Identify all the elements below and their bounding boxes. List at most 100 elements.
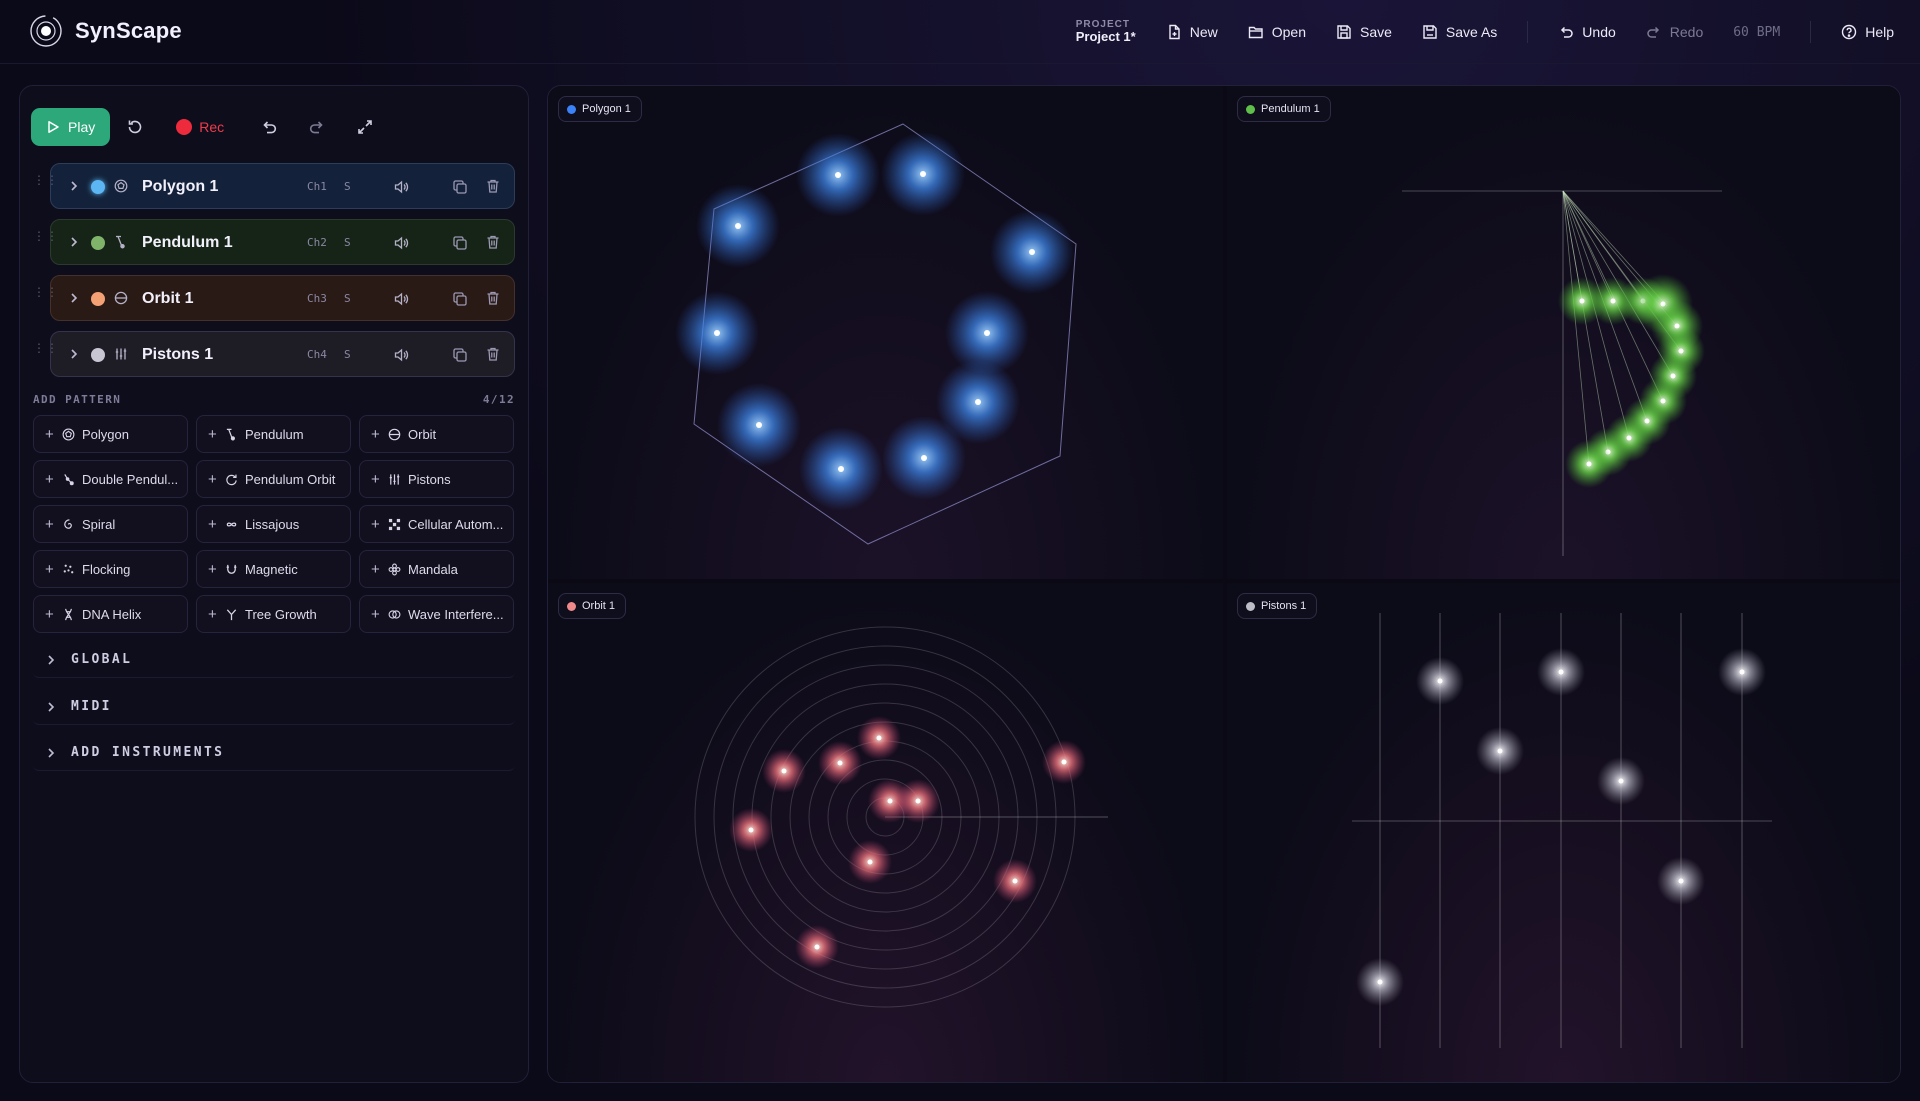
expand-chevron-icon[interactable] [67,347,81,361]
add-spiral-button[interactable]: + Spiral [33,505,188,543]
track-row[interactable]: ⋮⋮ Polygon 1 Ch1 S [33,163,515,209]
record-button[interactable]: Rec [176,119,224,135]
infinity-icon [226,522,237,526]
add-cellular-automaton-button[interactable]: + Cellular Autom... [359,505,514,543]
volume-icon[interactable] [393,179,409,195]
add-wave-interference-button[interactable]: + Wave Interfere... [359,595,514,633]
pistons-visualizer[interactable]: Pistons 1 [1227,583,1900,1082]
section-global[interactable]: GLOBAL [33,642,515,678]
delete-icon[interactable] [485,346,501,362]
add-magnetic-button[interactable]: + Magnetic [196,550,351,588]
add-pendulum-orbit-button[interactable]: + Pendulum Orbit [196,460,351,498]
track-color-dot[interactable] [91,180,105,194]
polygon-icon [114,179,128,193]
delete-icon[interactable] [485,234,501,250]
track-color-dot[interactable] [91,348,105,362]
volume-icon[interactable] [393,347,409,363]
save-as-button[interactable]: Save As [1422,24,1497,40]
visualizer-canvas[interactable]: Polygon 1 Pendulum 1 Orbit 1 Pistons 1 [547,85,1901,1083]
pistons-icon [389,473,400,485]
add-pistons-button[interactable]: + Pistons [359,460,514,498]
panel-redo-button[interactable] [300,110,334,144]
button-label: Pistons [408,471,451,487]
legend-dot [1246,104,1255,114]
track-channel[interactable]: Ch1 [307,180,327,193]
drag-handle-icon[interactable]: ⋮⋮ [33,286,59,298]
app-name: SynScape [75,18,182,43]
section-add-instruments[interactable]: ADD INSTRUMENTS [33,735,515,771]
plus-icon: + [208,605,217,623]
track-channel[interactable]: Ch2 [307,236,327,249]
duplicate-icon[interactable] [452,235,468,251]
track-row[interactable]: ⋮⋮ Pendulum 1 Ch2 S [33,219,515,265]
tree-icon [226,608,237,620]
fullscreen-button[interactable] [348,110,382,144]
grid-cells-icon [388,518,401,530]
expand-icon [358,120,372,134]
wave-icon [388,609,401,619]
volume-icon[interactable] [393,235,409,251]
drag-handle-icon[interactable]: ⋮⋮ [33,174,59,186]
add-double-pendulum-button[interactable]: + Double Pendul... [33,460,188,498]
add-polygon-button[interactable]: + Polygon [33,415,188,453]
save-button[interactable]: Save [1336,24,1392,40]
reset-button[interactable] [118,110,152,144]
track-row[interactable]: ⋮⋮ Pistons 1 Ch4 S [33,331,515,377]
project-name: Project 1* [1075,29,1136,45]
top-bar: SynScape PROJECT Project 1* New Open Sav… [0,0,1920,64]
help-button[interactable]: Help [1841,24,1894,40]
undo-button[interactable]: Undo [1558,24,1616,40]
orbit-planets [729,716,1086,969]
panel-undo-button[interactable] [252,110,286,144]
redo-button[interactable]: Redo [1646,24,1703,40]
track-channel[interactable]: Ch3 [307,292,327,305]
add-mandala-button[interactable]: + Mandala [359,550,514,588]
duplicate-icon[interactable] [452,179,468,195]
delete-icon[interactable] [485,178,501,194]
track-color-dot[interactable] [91,292,105,306]
solo-button[interactable]: S [344,348,351,361]
solo-button[interactable]: S [344,180,351,193]
drag-handle-icon[interactable]: ⋮⋮ [33,342,59,354]
double-pendulum-icon [64,473,74,485]
expand-chevron-icon[interactable] [67,235,81,249]
add-pattern-title: ADD PATTERN [33,393,122,406]
new-button[interactable]: New [1166,24,1218,40]
polygon-visualizer[interactable]: Polygon 1 [548,86,1223,579]
visualizer-name: Orbit 1 [582,600,616,612]
add-flocking-button[interactable]: + Flocking [33,550,188,588]
undo-label: Undo [1582,24,1616,40]
undo-icon [263,121,277,134]
button-label: DNA Helix [82,606,142,622]
delete-icon[interactable] [485,290,501,306]
top-actions: PROJECT Project 1* New Open Save Save As… [1076,14,1894,50]
legend-dot [567,104,576,114]
add-pendulum-button[interactable]: + Pendulum [196,415,351,453]
polygon-icon [62,428,75,440]
add-tree-growth-button[interactable]: + Tree Growth [196,595,351,633]
visualizer-name: Polygon 1 [582,103,631,115]
track-channel[interactable]: Ch4 [307,348,327,361]
open-button[interactable]: Open [1248,24,1306,40]
add-orbit-button[interactable]: + Orbit [359,415,514,453]
expand-chevron-icon[interactable] [67,179,81,193]
record-dot-icon [176,119,193,135]
section-label: ADD INSTRUMENTS [71,745,225,760]
drag-handle-icon[interactable]: ⋮⋮ [33,230,59,242]
duplicate-icon[interactable] [452,291,468,307]
section-midi[interactable]: MIDI [33,689,515,725]
play-button[interactable]: Play [31,108,111,146]
add-dna-helix-button[interactable]: + DNA Helix [33,595,188,633]
volume-icon[interactable] [393,291,409,307]
solo-button[interactable]: S [344,236,351,249]
solo-button[interactable]: S [344,292,351,305]
pendulum-visualizer[interactable]: Pendulum 1 [1227,86,1900,579]
add-lissajous-button[interactable]: + Lissajous [196,505,351,543]
track-row[interactable]: ⋮⋮ Orbit 1 Ch3 S [33,275,515,321]
orbit-visualizer[interactable]: Orbit 1 [548,583,1223,1082]
orbit-scene [694,626,1108,1008]
duplicate-icon[interactable] [452,347,468,363]
track-color-dot[interactable] [91,236,105,250]
expand-chevron-icon[interactable] [67,291,81,305]
button-label: Lissajous [245,516,300,532]
